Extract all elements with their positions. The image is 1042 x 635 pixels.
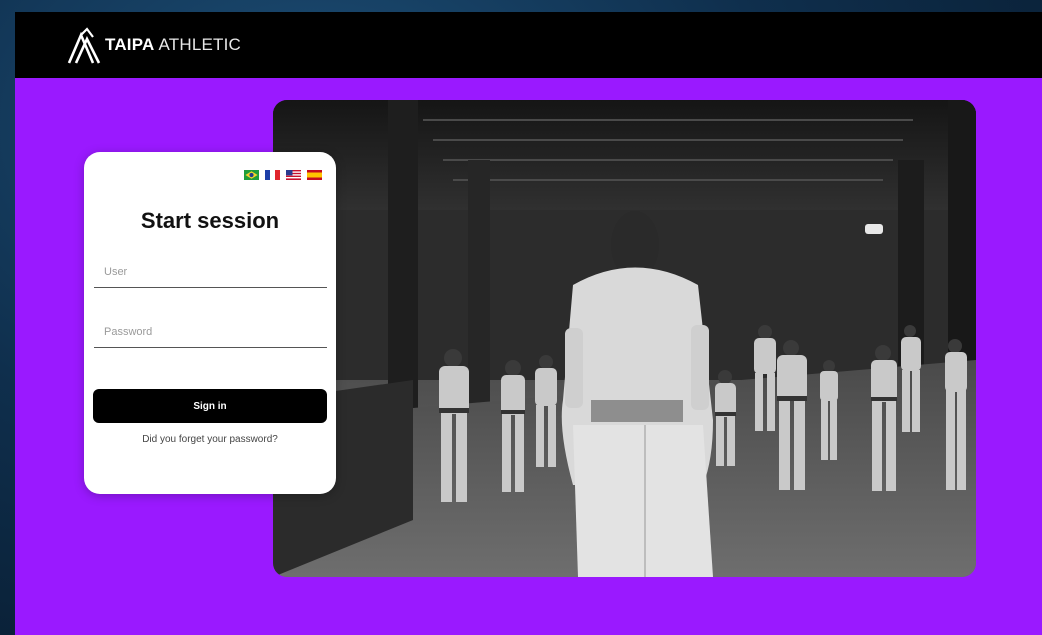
language-selector [244, 170, 322, 180]
france-flag-icon[interactable] [265, 170, 280, 180]
brand-name: TAIPA ATHLETIC [105, 35, 241, 55]
mountain-peaks-logo-icon [67, 27, 101, 64]
sign-in-button[interactable]: Sign in [93, 389, 327, 423]
brand-name-bold: TAIPA [105, 35, 155, 54]
brand-logo[interactable]: TAIPA ATHLETIC [67, 25, 241, 65]
brazil-flag-icon[interactable] [244, 170, 259, 180]
karate-dojo-illustration [273, 100, 976, 577]
login-title: Start session [140, 208, 280, 233]
forgot-password-link[interactable]: Did you forget your password? [84, 434, 336, 445]
usa-flag-icon[interactable] [286, 170, 301, 180]
user-field-wrapper [94, 257, 327, 288]
password-field-wrapper [94, 317, 327, 348]
spain-flag-icon[interactable] [307, 170, 322, 180]
password-input[interactable] [94, 317, 327, 347]
karate-dojo-photo [273, 100, 976, 577]
top-navbar: TAIPA ATHLETIC [15, 12, 1042, 78]
user-input[interactable] [94, 257, 327, 287]
brand-name-light: ATHLETIC [158, 35, 242, 54]
app-container: TAIPA ATHLETIC Start session User Sign i… [15, 12, 1042, 635]
login-card: Start session Sign in Did you forget you… [84, 152, 336, 494]
